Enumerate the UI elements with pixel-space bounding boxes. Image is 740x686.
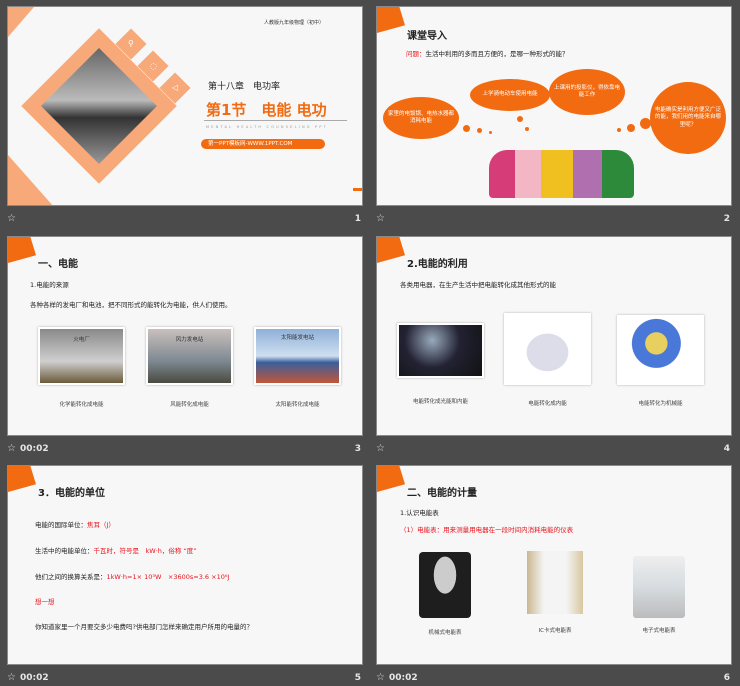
decor-corner xyxy=(8,466,36,492)
photo-fan xyxy=(617,315,704,385)
subtitle-en: MENTAL HEALTH COUNSELING PPT xyxy=(206,125,328,129)
daily-unit-value: 千瓦时，符号是 kW·h，俗称 “度” xyxy=(93,547,197,555)
question-text: 你知道家里一个月要交多少电费吗?供电部门怎样来确定用户所用的电量的？ xyxy=(35,623,253,631)
caption: 机械式电能表 xyxy=(428,630,462,636)
caption: 化学能转化成电能 xyxy=(59,402,104,408)
conversion-label: 他们之间的换算关系是： xyxy=(35,573,107,581)
think-label: 想一想 xyxy=(35,598,55,606)
slide-footer-3: ☆ 00:02 3 xyxy=(7,443,363,457)
divider xyxy=(204,120,347,121)
star-icon[interactable]: ☆ xyxy=(7,213,16,224)
slide-footer-2: ☆ 2 xyxy=(376,213,732,227)
slide-title: 2.电能的利用 xyxy=(407,259,468,270)
subheading: 1.电能的来源 xyxy=(30,281,69,289)
photo-label: 太阳能发电站 xyxy=(280,335,314,341)
caption: 电能转化成光能和内能 xyxy=(412,399,468,405)
section-title: 第1节 电能 电功 xyxy=(206,101,327,119)
slide-number: 1 xyxy=(354,214,361,224)
children-photo xyxy=(489,150,634,198)
question-label: 问题： xyxy=(406,50,426,58)
thought-cloud: 家里的电饭锅、电热水器都消耗电能 xyxy=(383,97,459,139)
decor-shape xyxy=(8,155,54,205)
conversion-value: 1kW·h=1× 10³W ×3600s=3.6 ×10⁶J xyxy=(106,573,230,581)
decor-corner xyxy=(377,7,405,33)
caption: 电能转化为机械能 xyxy=(638,401,683,407)
timing: 00:02 xyxy=(20,673,49,683)
slide-thumbnail-5[interactable]: 3．电能的单位 电能的国际单位：焦耳（J） 生活中的电能单位：千瓦时，符号是 k… xyxy=(7,465,363,665)
photo-mechanical-meter xyxy=(419,552,471,618)
star-icon[interactable]: ☆ xyxy=(7,672,16,683)
timing: 00:02 xyxy=(20,444,49,454)
thought-cloud: 电能确实是利用方便又广泛的能，我们用的电能来自哪里呢？ xyxy=(650,82,726,154)
slide-title: 3．电能的单位 xyxy=(38,488,105,499)
si-unit-label: 电能的国际单位： xyxy=(35,521,87,529)
bubble-dot xyxy=(489,131,492,134)
daily-unit-label: 生活中的电能单位： xyxy=(35,547,94,555)
photo-label: 风力发电站 xyxy=(175,337,204,343)
slide-footer-6: ☆ 00:02 6 xyxy=(376,672,732,686)
decor-corner xyxy=(377,466,405,492)
star-icon[interactable]: ☆ xyxy=(376,443,385,454)
slide-thumbnail-3[interactable]: 一、电能 1.电能的来源 各种各样的发电厂和电池，把不同形式的能转化为电能，供人… xyxy=(7,236,363,436)
thought-cloud: 上学骑电动车使用电能 xyxy=(470,79,550,111)
bubble-dot xyxy=(477,128,482,133)
caption: IC卡式电能表 xyxy=(538,628,572,634)
photo-electronic-meter xyxy=(633,556,685,618)
slide-footer-1: ☆ 1 xyxy=(7,213,363,227)
slide-number: 6 xyxy=(723,673,730,683)
photo-solar-station: 太阳能发电站 xyxy=(254,327,341,385)
photo-label: 火电厂 xyxy=(73,337,90,343)
question-text: 生活中利用的多而且方便的，是哪一种形式的能？ xyxy=(425,50,569,58)
slide-title: 一、电能 xyxy=(38,259,78,270)
photo-power-plant: 火电厂 xyxy=(38,327,125,385)
course-label: 人教版九年级物理（初中） xyxy=(264,20,325,26)
photo-rice-cooker xyxy=(504,313,591,385)
caption: 太阳能转化成电能 xyxy=(275,402,320,408)
bubble-dot xyxy=(617,128,621,132)
slide-thumbnail-1[interactable]: ⚲ ◌ ◁ 人教版九年级物理（初中） 第十八章 电功率 第1节 电能 电功 ME… xyxy=(7,6,363,206)
slide-title: 二、电能的计量 xyxy=(407,488,477,499)
decor-shape xyxy=(8,7,34,37)
slide-thumbnail-6[interactable]: 二、电能的计量 1.认识电能表 （1）电能表：用来测量用电器在一段时间内消耗电能… xyxy=(376,465,732,665)
thought-cloud: 上课用的投影仪，得依靠电能工作 xyxy=(549,69,625,115)
website-link: 第一PPT模板网-WWW.1PPT.COM xyxy=(201,139,325,149)
decor-corner xyxy=(377,237,405,263)
slide-number: 3 xyxy=(354,444,361,454)
slide-footer-4: ☆ 4 xyxy=(376,443,732,457)
slide-footer-5: ☆ 00:02 5 xyxy=(7,672,363,686)
slide-thumbnail-2[interactable]: 课堂导入 问题：生活中利用的多而且方便的，是哪一种形式的能？ 家里的电饭锅、电热… xyxy=(376,6,732,206)
slide-number: 4 xyxy=(723,444,730,454)
chapter-title: 第十八章 电功率 xyxy=(208,82,281,92)
si-unit-value: 焦耳（J） xyxy=(87,521,115,529)
bubble-dot xyxy=(627,124,635,132)
slide-number: 2 xyxy=(723,214,730,224)
decor-bar xyxy=(353,188,362,191)
caption: 风能转化成电能 xyxy=(170,402,209,408)
slide-title: 课堂导入 xyxy=(407,31,447,42)
caption: 电能转化成内能 xyxy=(528,401,567,407)
star-icon[interactable]: ☆ xyxy=(7,443,16,454)
caption: 电子式电能表 xyxy=(642,628,676,634)
timing: 00:02 xyxy=(389,673,418,683)
bubble-dot xyxy=(463,125,470,132)
photo-wind-farm: 风力发电站 xyxy=(146,327,233,385)
subheading: 1.认识电能表 xyxy=(400,509,439,517)
body-text: 各种各样的发电厂和电池，把不同形式的能转化为电能，供人们使用。 xyxy=(30,301,232,309)
photo-ic-meter xyxy=(527,551,583,614)
slide-thumbnail-4[interactable]: 2.电能的利用 各类用电器，在生产生活中把电能转化成其他形式的能 电能转化成光能… xyxy=(376,236,732,436)
star-icon[interactable]: ☆ xyxy=(376,213,385,224)
bubble-dot xyxy=(525,127,529,131)
photo-street-lights xyxy=(397,323,484,378)
star-icon[interactable]: ☆ xyxy=(376,672,385,683)
bubble-dot xyxy=(517,116,523,122)
slide-number: 5 xyxy=(354,673,361,683)
definition-text: （1）电能表：用来测量用电器在一段时间内消耗电能的仪表 xyxy=(400,526,574,534)
body-text: 各类用电器，在生产生活中把电能转化成其他形式的能 xyxy=(400,281,556,289)
decor-corner xyxy=(8,237,36,263)
